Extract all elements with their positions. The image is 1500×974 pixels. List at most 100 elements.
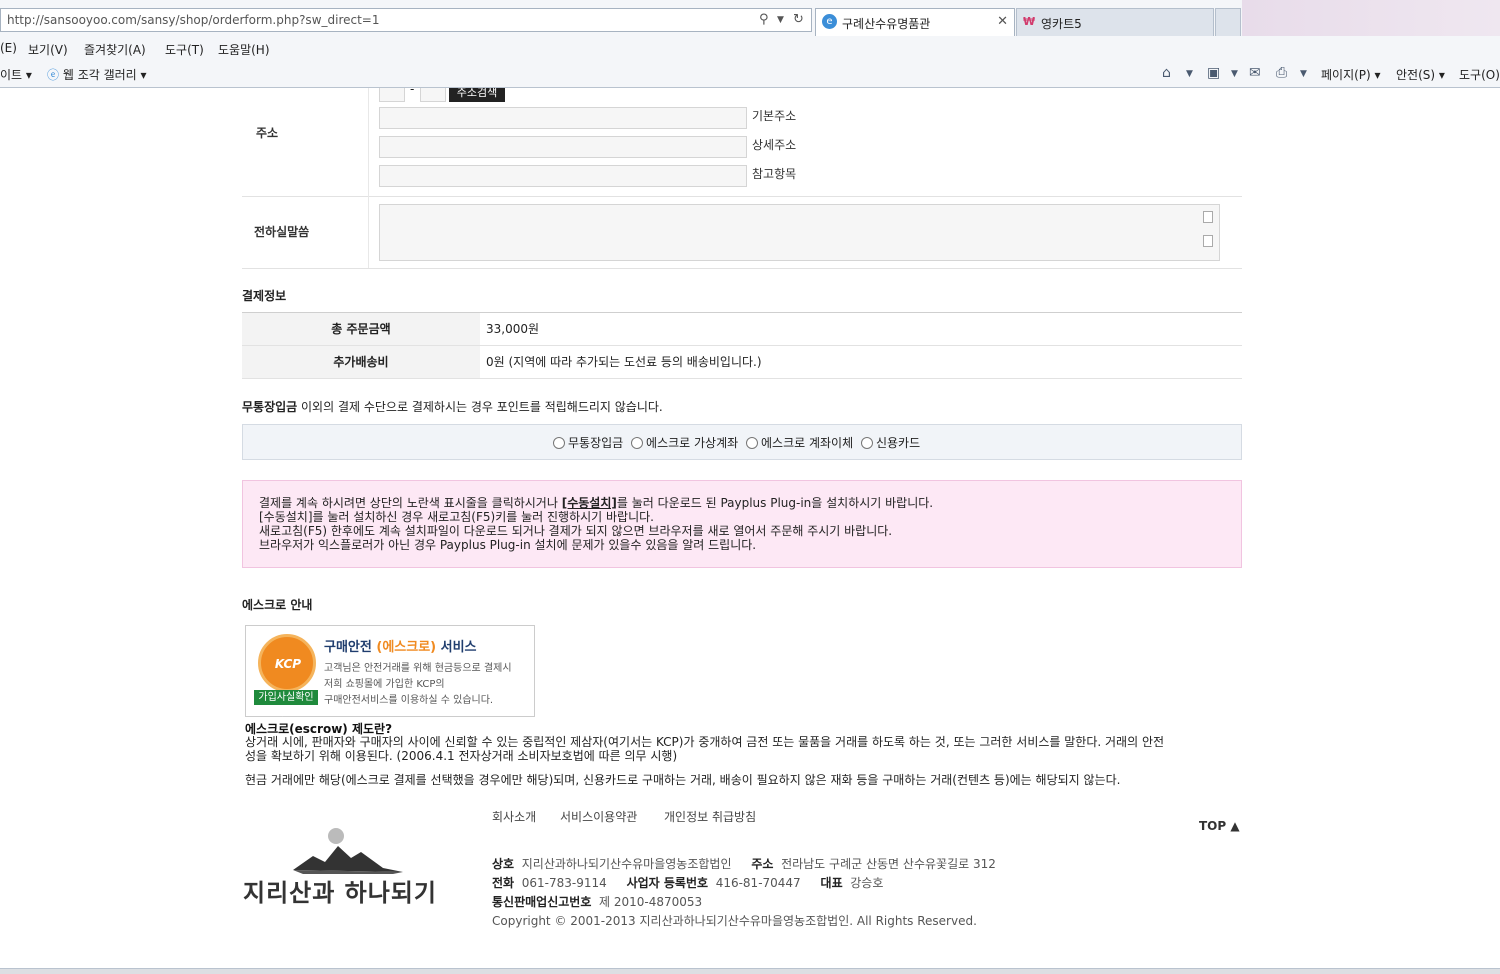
- escrow-card-title: 구매안전 (에스크로) 서비스: [324, 636, 477, 655]
- label-divider: [368, 196, 369, 268]
- card-title-b: (에스크로): [376, 640, 437, 655]
- menu-bar: (E) 보기(V) 즐겨찾기(A) 도구(T) 도움말(H): [0, 38, 1500, 60]
- radio-escrow-transfer[interactable]: [746, 437, 758, 449]
- kcp-logo-icon: KCP: [258, 634, 316, 692]
- chevron-down-icon[interactable]: ▼: [777, 15, 784, 25]
- menu-view[interactable]: 보기(V): [28, 41, 68, 58]
- search-icon[interactable]: ⚲: [759, 12, 769, 27]
- tab-active-label: 구례산수유명품관: [842, 17, 931, 31]
- method-escrow-virtual-label[interactable]: 에스크로 가상계좌: [646, 436, 738, 450]
- card-desc-3: 구매안전서비스를 이용하실 수 있습니다.: [324, 695, 494, 706]
- tel-label: 전화: [492, 876, 515, 890]
- ref-address-label: 참고항목: [752, 167, 797, 181]
- method-bank-label[interactable]: 무통장입금: [568, 436, 623, 450]
- print-icon[interactable]: ⎙: [1276, 65, 1287, 81]
- footer-link-privacy[interactable]: 개인정보 취급방침: [664, 808, 756, 825]
- toolbar-safety[interactable]: 안전(S) ▾: [1396, 66, 1445, 83]
- tel-value: 061-783-9114: [521, 876, 607, 890]
- total-value: 33,000원: [486, 322, 540, 336]
- toolbar-page-label: 페이지(P): [1321, 68, 1371, 82]
- method-escrow-transfer-label[interactable]: 에스크로 계좌이체: [761, 436, 853, 450]
- refresh-icon[interactable]: ↻: [793, 12, 804, 27]
- escrow-paragraph-2: 성을 확보하기 위해 이용된다. (2006.4.1 전자상거래 소비자보호법에…: [245, 749, 678, 763]
- fav-site-label: 이트: [0, 68, 23, 82]
- toolbar-tools-label: 도구(O): [1459, 68, 1500, 82]
- zip-input-1[interactable]: [379, 88, 405, 102]
- extra-shipping-value: 0원 (지역에 따라 추가되는 도선료 등의 배송비입니다.): [486, 355, 762, 369]
- close-icon[interactable]: ✕: [997, 14, 1008, 29]
- status-bar: [0, 968, 1500, 974]
- menu-help[interactable]: 도움말(H): [218, 41, 270, 58]
- payment-title: 결제정보: [242, 289, 287, 303]
- plugin-line-4: 브라우저가 익스플로러가 아닌 경우 Payplus Plug-in 설치에 문…: [259, 538, 757, 552]
- zip-search-button[interactable]: 주소검색: [449, 88, 505, 102]
- address-bar[interactable]: http://sansooyoo.com/sansy/shop/orderfor…: [0, 8, 812, 32]
- escrow-title: 에스크로 안내: [242, 598, 313, 612]
- card-title-c: 서비스: [436, 640, 477, 655]
- footer-company-line: 상호 지리산과하나되기산수유마을영농조합법인 주소 전라남도 구례군 산동면 산…: [492, 855, 996, 872]
- extra-shipping-label: 추가배송비: [242, 346, 480, 378]
- card-title-a: 구매안전: [324, 640, 377, 655]
- payment-method-box: 무통장입금 에스크로 가상계좌 에스크로 계좌이체 신용카드: [242, 424, 1242, 460]
- tab-active[interactable]: e 구례산수유명품관 ✕: [815, 8, 1015, 36]
- footer-contact-line: 전화 061-783-9114 사업자 등록번호 416-81-70447 대표…: [492, 874, 883, 891]
- mailorder-label: 통신판매업신고번호: [492, 895, 592, 909]
- scroll-down-icon[interactable]: [1203, 235, 1213, 247]
- rss-icon[interactable]: ▣: [1207, 65, 1220, 81]
- top-button[interactable]: TOP ▲: [1199, 819, 1240, 833]
- label-divider: [368, 88, 369, 196]
- scroll-up-icon[interactable]: [1203, 211, 1213, 223]
- address-label: 주소: [256, 126, 279, 140]
- favorites-bar: 이트 ▾ ⓔ 웹 조각 갤러리 ▾ ⌂ ▼ ▣ ▼ ✉ ⎙ ▼ 페이지(P) ▾…: [0, 62, 1500, 86]
- ref-address-input[interactable]: [379, 165, 747, 187]
- footer-mailorder-line: 통신판매업신고번호 제 2010-4870053: [492, 893, 702, 910]
- zip-separator: -: [410, 88, 415, 96]
- print-dropdown-icon[interactable]: ▼: [1300, 69, 1307, 79]
- home-icon[interactable]: ⌂: [1162, 65, 1171, 81]
- notice-bold: 무통장입금: [242, 400, 298, 414]
- footer-link-terms[interactable]: 서비스이용약관: [560, 808, 637, 825]
- zip-input-2[interactable]: [420, 88, 446, 102]
- home-dropdown-icon[interactable]: ▼: [1186, 69, 1193, 79]
- mailorder-value: 제 2010-4870053: [599, 895, 703, 909]
- site-icon: ₩: [1023, 15, 1036, 28]
- company-logo-text: 지리산과 하나되기: [243, 878, 437, 907]
- fav-gallery-label: 웹 조각 갤러리: [62, 68, 137, 82]
- footer-link-about[interactable]: 회사소개: [492, 808, 536, 825]
- card-desc-2: 저희 쇼핑몰에 가입한 KCP의: [324, 679, 445, 690]
- ceo-value: 강승호: [850, 876, 884, 890]
- browser-chrome: http://sansooyoo.com/sansy/shop/orderfor…: [0, 0, 1500, 88]
- plugin-notice-box: 결제를 계속 하시려면 상단의 노란색 표시줄을 클릭하시거나 [수동설치]를 …: [242, 480, 1242, 568]
- tab-second-label: 영카트5: [1041, 17, 1082, 31]
- tab-second[interactable]: ₩ 영카트5: [1016, 8, 1214, 36]
- radio-card[interactable]: [860, 437, 873, 449]
- radio-escrow-virtual[interactable]: [631, 437, 644, 449]
- detail-address-input[interactable]: [379, 136, 747, 158]
- mail-icon[interactable]: ✉: [1249, 65, 1261, 81]
- escrow-card[interactable]: KCP 가입사실확인 ▶ 구매안전 (에스크로) 서비스 고객님은 안전거래를 …: [245, 625, 535, 718]
- toolbar-page[interactable]: 페이지(P) ▾: [1321, 66, 1381, 83]
- message-textarea[interactable]: [379, 204, 1220, 261]
- copyright: Copyright © 2001-2013 지리산과하나되기산수유마을영농조합법…: [492, 914, 977, 928]
- radio-bank[interactable]: [553, 437, 565, 449]
- table-row: 추가배송비 0원 (지역에 따라 추가되는 도선료 등의 배송비입니다.): [242, 346, 1242, 379]
- card-desc-1: 고객님은 안전거래를 위해 현금등으로 결제시: [324, 663, 512, 674]
- base-address-input[interactable]: [379, 107, 747, 129]
- table-row: 총 주문금액 33,000원: [242, 313, 1242, 346]
- notice-text: 이외의 결제 수단으로 결제하시는 경우 포인트를 적립해드리지 않습니다.: [297, 400, 663, 414]
- fav-gallery[interactable]: ⓔ 웹 조각 갤러리 ▾: [47, 66, 147, 83]
- membership-check-badge[interactable]: 가입사실확인 ▶: [254, 690, 318, 718]
- address-url[interactable]: http://sansooyoo.com/sansy/shop/orderfor…: [7, 13, 380, 27]
- menu-favorites[interactable]: 즐겨찾기(A): [84, 41, 146, 58]
- menu-edit[interactable]: (E): [0, 41, 17, 55]
- toolbar-tools[interactable]: 도구(O): [1459, 66, 1500, 83]
- fav-site[interactable]: 이트 ▾: [0, 66, 32, 83]
- total-label: 총 주문금액: [242, 313, 480, 345]
- rss-dropdown-icon[interactable]: ▼: [1231, 69, 1238, 79]
- method-card-label[interactable]: 신용카드: [876, 436, 920, 450]
- plugin-line-1b: 를 눌러 다운로드 된 Payplus Plug-in을 설치하시기 바랍니다.: [616, 496, 934, 510]
- payment-methods: 무통장입금 에스크로 가상계좌 에스크로 계좌이체 신용카드: [549, 434, 920, 451]
- address-footer-label: 주소: [751, 857, 774, 871]
- new-tab-button[interactable]: [1215, 8, 1241, 36]
- menu-tools[interactable]: 도구(T): [165, 41, 204, 58]
